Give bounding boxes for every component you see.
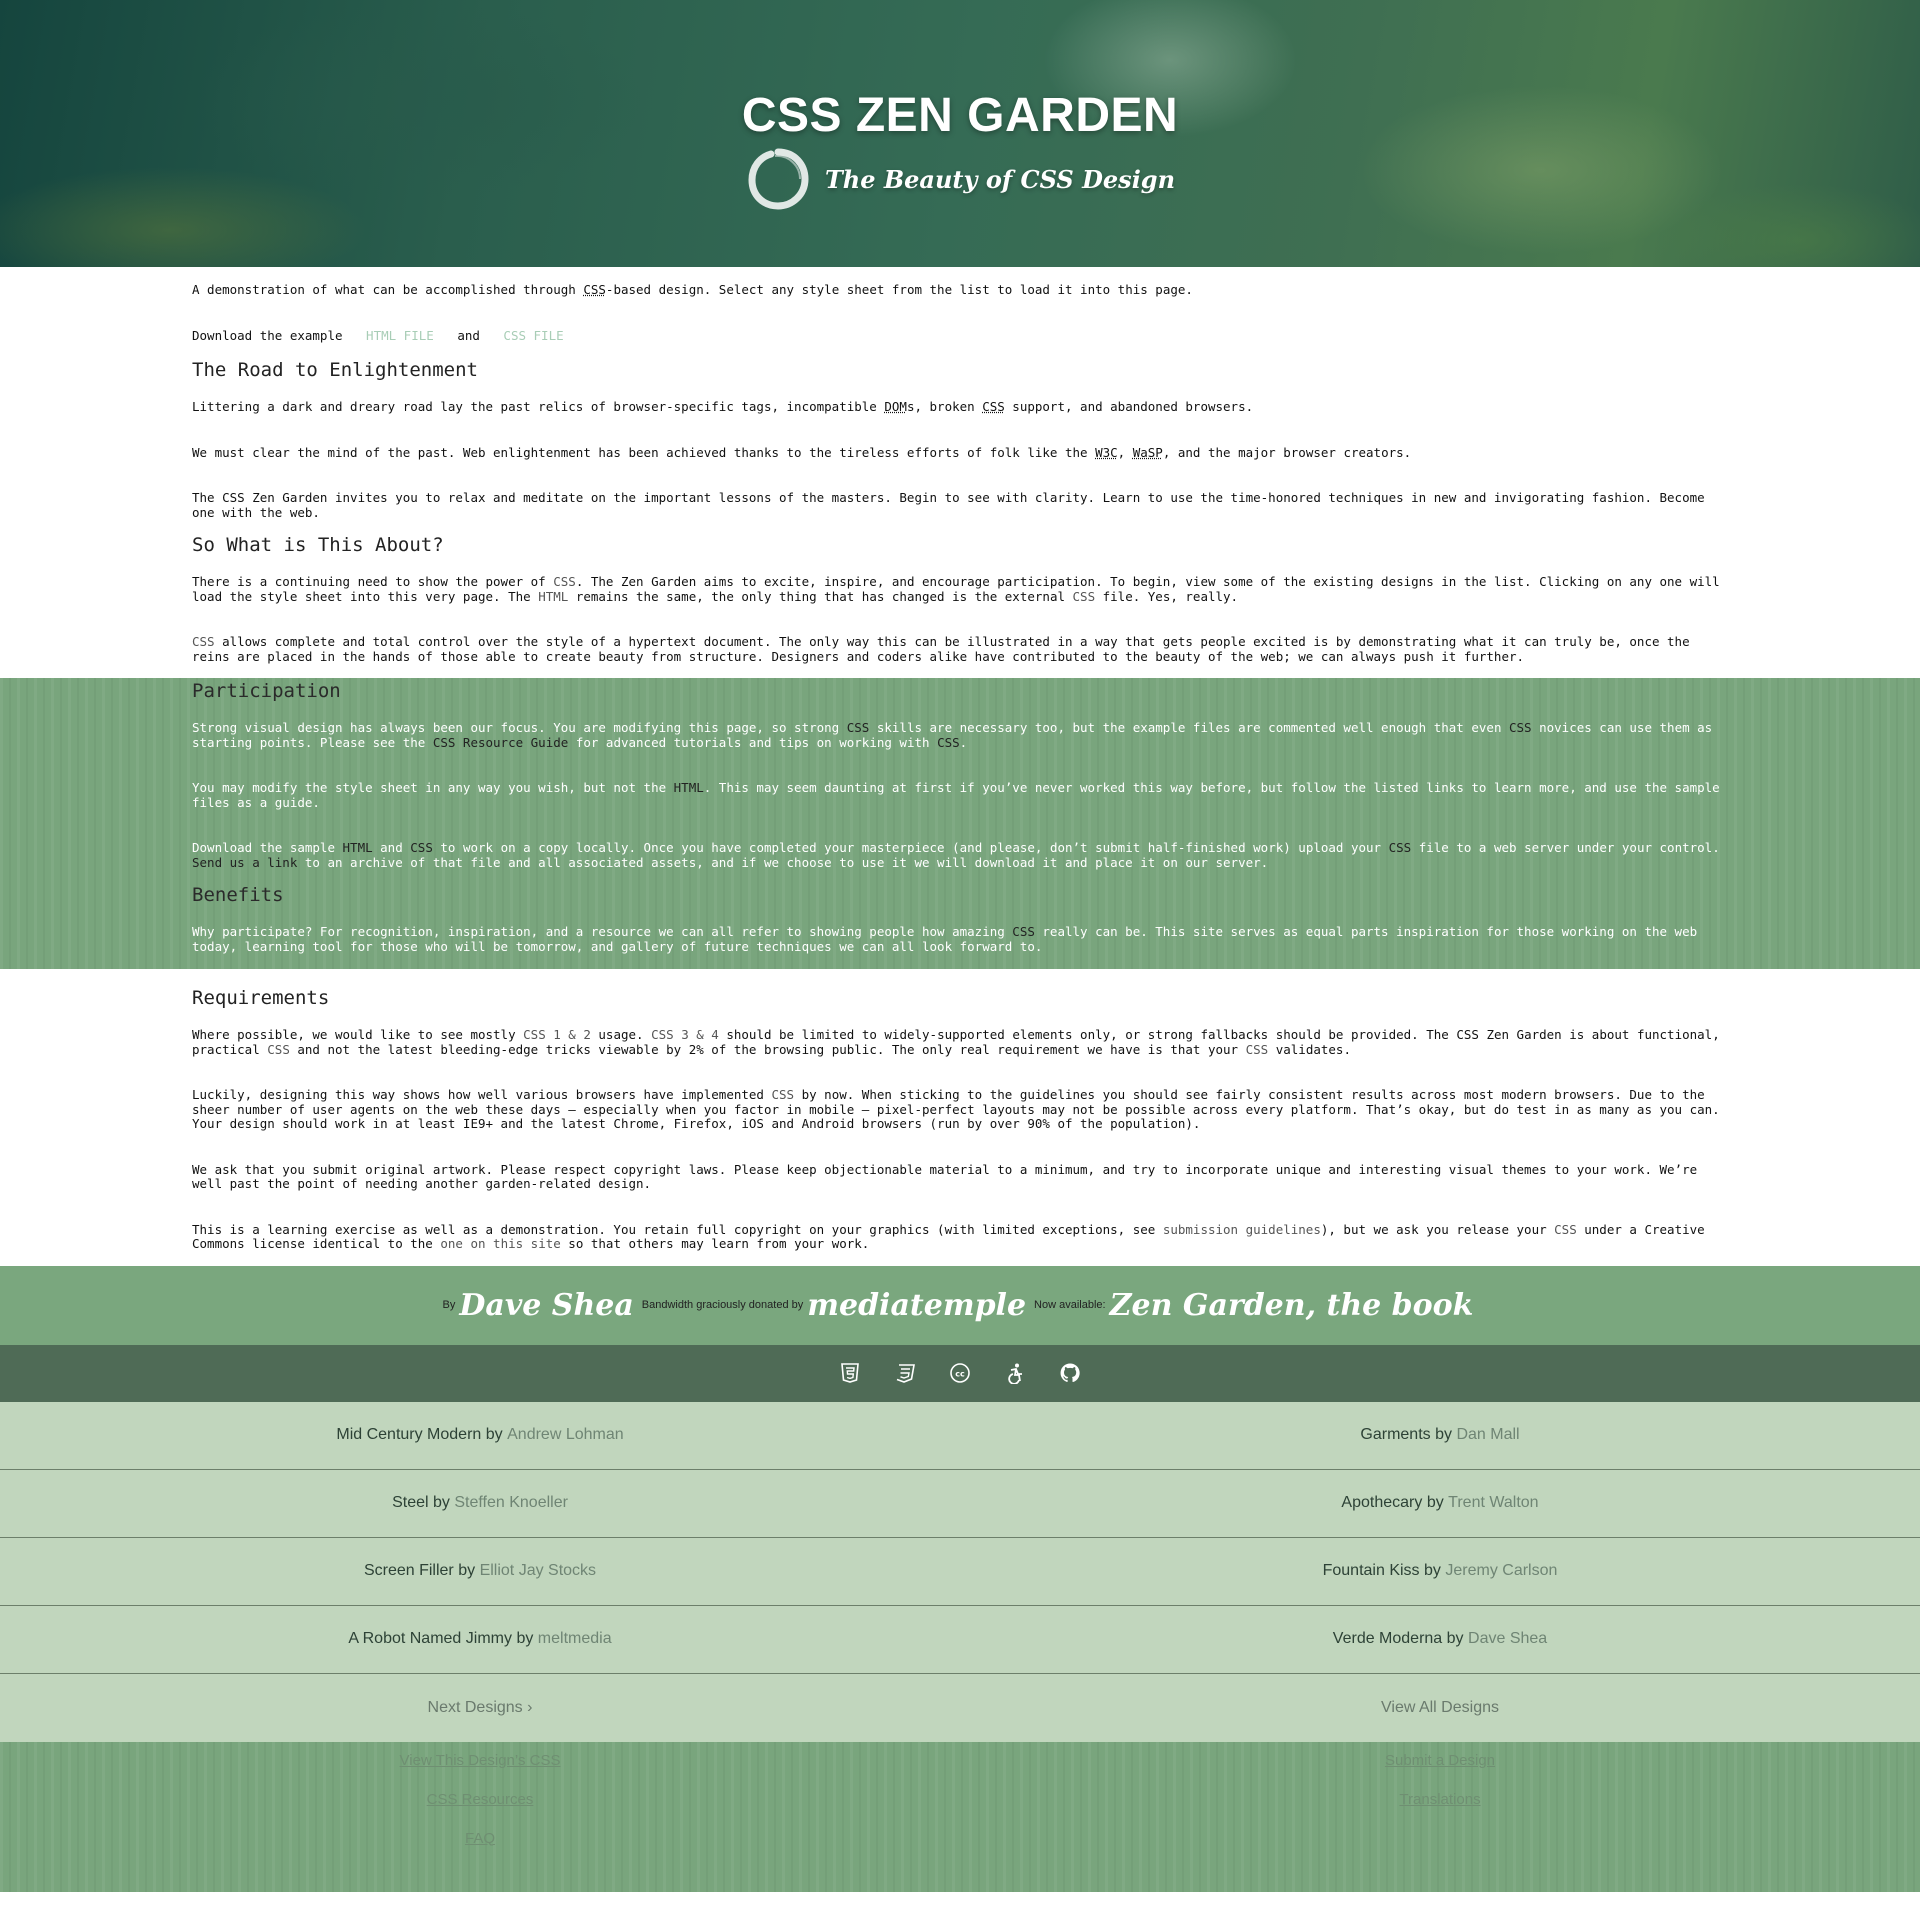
view-all-designs-link[interactable]: View All Designs [960,1674,1920,1742]
list-item[interactable]: Garments by Dan Mall [960,1402,1920,1469]
next-designs-link[interactable]: Next Designs › [0,1674,960,1742]
design-row: Mid Century Modern by Andrew Lohman Garm… [0,1402,1920,1470]
road-section: The Road to Enlightenment Littering a da… [192,359,1728,520]
participation-paragraph: Download the sample HTML and CSS to work… [192,840,1720,870]
requirements-section: Requirements Where possible, we would li… [192,969,1728,1252]
resource-links-left: View This Design’s CSS CSS Resources FAQ [0,1742,960,1892]
list-item[interactable]: Fountain Kiss by Jeremy Carlson [960,1538,1920,1605]
list-item[interactable]: Verde Moderna by Dave Shea [960,1606,1920,1673]
author-link[interactable]: Dave Shea [459,1288,633,1323]
about-paragraph: CSS allows complete and total control ov… [192,634,1690,664]
road-heading: The Road to Enlightenment [192,359,478,381]
credit-bar: By Dave Shea Bandwidth graciously donate… [0,1265,1920,1345]
list-item[interactable]: Mid Century Modern by Andrew Lohman [0,1402,960,1469]
list-item[interactable]: Steel by Steffen Knoeller [0,1470,960,1537]
benefits-paragraph: Why participate? For recognition, inspir… [192,924,1698,954]
html5-icon[interactable] [839,1362,861,1384]
download-html-link[interactable]: HTML FILE [366,328,434,343]
github-icon[interactable] [1059,1362,1081,1384]
about-heading: So What is This About? [192,534,444,556]
design-selection-list: Mid Century Modern by Andrew Lohman Garm… [0,1401,1920,1742]
license-link[interactable]: one on this site [440,1236,560,1251]
list-item[interactable]: Apothecary by Trent Walton [960,1470,1920,1537]
road-paragraph: Littering a dark and dreary road lay the… [192,399,1254,414]
design-row: A Robot Named Jimmy by meltmedia Verde M… [0,1606,1920,1674]
submission-guidelines-link[interactable]: submission guidelines [1163,1222,1321,1237]
book-link[interactable]: Zen Garden, the book [1110,1288,1474,1323]
participation-paragraph: You may modify the style sheet in any wa… [192,780,1720,810]
submit-design-link[interactable]: Submit a Design [1385,1752,1495,1769]
host-link[interactable]: mediatemple [807,1288,1026,1323]
site-title: CSS ZEN GARDEN [741,89,1179,142]
road-paragraph: We must clear the mind of the past. Web … [192,444,1412,460]
design-row: Screen Filler by Elliot Jay Stocks Fount… [0,1538,1920,1606]
about-paragraph: There is a continuing need to show the p… [192,574,1720,604]
participation-band: Participation Strong visual design has a… [0,678,1920,969]
translations-link[interactable]: Translations [1399,1791,1480,1808]
svg-text:cc: cc [955,1370,965,1379]
page-header: CSS ZEN GARDEN The Beauty of CSS Design [0,0,1920,267]
benefits-section: Benefits Why participate? For recognitio… [192,884,1728,954]
intro-section: A demonstration of what can be accomplis… [192,267,1728,343]
requirements-paragraph: Luckily, designing this way shows how we… [192,1087,1720,1131]
requirements-paragraph: We ask that you submit original artwork.… [192,1161,1698,1191]
header-subtitle: The Beauty of CSS Design [0,146,1920,212]
requirements-heading: Requirements [192,987,330,1009]
css3-icon[interactable] [894,1362,916,1384]
accessibility-icon[interactable] [1004,1362,1026,1385]
list-item[interactable]: Screen Filler by Elliot Jay Stocks [0,1538,960,1605]
participation-section: Participation Strong visual design has a… [192,680,1728,870]
resource-links: View This Design’s CSS CSS Resources FAQ… [0,1741,1920,1892]
intro-download: Download the example HTML FILE and CSS F… [192,327,564,343]
send-us-a-link[interactable]: Send us a link [192,855,297,870]
road-paragraph: The CSS Zen Garden invites you to relax … [192,490,1705,520]
design-row: Steel by Steffen Knoeller Apothecary by … [0,1470,1920,1538]
list-item[interactable]: A Robot Named Jimmy by meltmedia [0,1606,960,1673]
css-resources-link[interactable]: CSS Resources [427,1791,534,1808]
design-nav-row: Next Designs › View All Designs [0,1674,1920,1742]
view-design-css-link[interactable]: View This Design’s CSS [400,1752,561,1769]
enso-logo-icon [748,148,809,210]
creative-commons-icon[interactable]: cc [949,1362,971,1384]
participation-heading: Participation [192,680,341,702]
faq-link[interactable]: FAQ [465,1830,495,1847]
resource-links-right: Submit a Design Translations [960,1742,1920,1892]
participation-paragraph: Strong visual design has always been our… [192,720,1713,750]
about-section: So What is This About? There is a contin… [192,534,1728,664]
benefits-heading: Benefits [192,884,284,906]
site-tagline: The Beauty of CSS Design [824,164,1176,194]
validation-icon-bar: cc [0,1344,1920,1402]
download-css-link[interactable]: CSS FILE [503,328,563,343]
requirements-paragraph: Where possible, we would like to see mos… [192,1027,1720,1057]
requirements-paragraph: This is a learning exercise as well as a… [192,1221,1705,1251]
intro-summary: A demonstration of what can be accomplis… [192,282,1193,297]
css-resource-guide-link[interactable]: CSS Resource Guide [433,735,568,750]
